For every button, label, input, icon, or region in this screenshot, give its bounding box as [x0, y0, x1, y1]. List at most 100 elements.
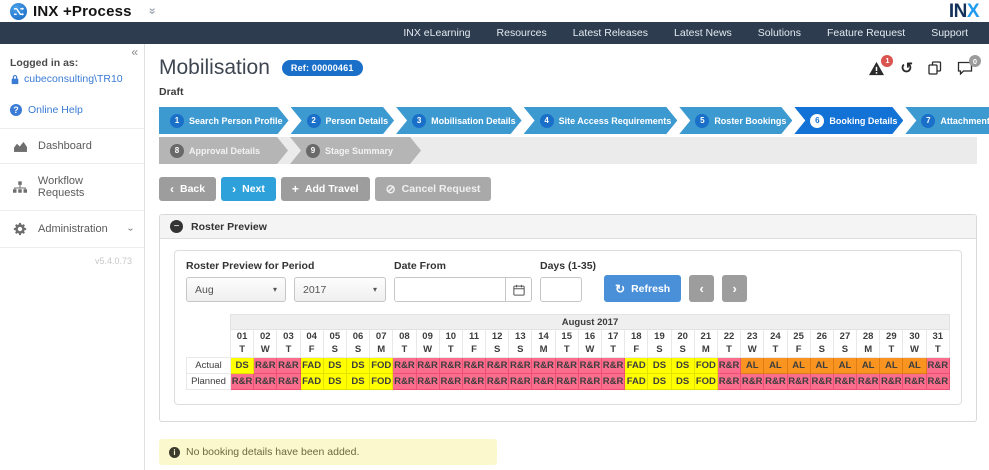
step-number-badge: 7: [921, 114, 935, 128]
sidebar-collapse-icon[interactable]: «: [131, 45, 138, 59]
next-period-button[interactable]: ›: [722, 275, 748, 302]
calendar-corner: [187, 330, 231, 358]
roster-cell: DS: [322, 357, 347, 374]
step-label: Attachments: [940, 115, 989, 126]
step-number-badge: 6: [810, 114, 824, 128]
calendar-day-header: 04 F: [299, 329, 324, 358]
sidebar-item-administration[interactable]: Administration ›: [0, 210, 144, 247]
sidebar-item-label: Administration: [38, 223, 108, 235]
roster-cell: R&R: [716, 373, 742, 390]
roster-cell: R&R: [229, 373, 255, 390]
roster-cell: R&R: [461, 373, 487, 390]
wizard-step-4[interactable]: 4 Site Access Requirements: [524, 107, 678, 134]
next-button[interactable]: › Next: [221, 177, 276, 201]
copy-icon[interactable]: [928, 61, 942, 75]
online-help-label: Online Help: [28, 104, 83, 116]
day-of-week: W: [747, 343, 757, 355]
year-select[interactable]: 2017 ▾: [294, 277, 386, 302]
calendar-day-header: 25 F: [786, 329, 811, 358]
calendar-day-header: 11 F: [461, 329, 487, 358]
calendar-day-header: 31 T: [925, 329, 951, 358]
wizard-step-8[interactable]: 8 Approval Details: [159, 137, 288, 164]
wizard-step-7[interactable]: 7 Attachments: [905, 107, 989, 134]
roster-cell: R&R: [276, 373, 301, 390]
topnav-link-latest-news[interactable]: Latest News: [661, 27, 745, 39]
calendar-day-header: 14 M: [531, 329, 556, 358]
cancel-request-button[interactable]: ⊘ Cancel Request: [374, 177, 492, 201]
sidebar-item-dashboard[interactable]: Dashboard: [0, 128, 144, 163]
day-number: 26: [816, 331, 828, 343]
page-title: Mobilisation: [159, 56, 270, 79]
wizard-step-9[interactable]: 9 Stage Summary: [290, 137, 421, 164]
roster-cell: FOD: [369, 357, 394, 374]
day-number: 28: [862, 331, 874, 343]
roster-cell: FAD: [299, 357, 324, 374]
day-number: 06: [352, 331, 364, 343]
wizard-step-5[interactable]: 5 Roster Bookings: [679, 107, 792, 134]
inx-logo: INX: [948, 0, 980, 22]
day-of-week: S: [331, 343, 339, 355]
day-of-week: M: [701, 343, 710, 355]
day-number: 20: [677, 331, 688, 343]
calendar-icon[interactable]: [505, 278, 531, 301]
roster-cell: AL: [740, 357, 765, 374]
user-account-link[interactable]: cubeconsulting\TR10: [10, 73, 134, 85]
wizard-row-2: 8 Approval Details 9 Stage Summary: [159, 137, 977, 164]
roster-cell: R&R: [276, 357, 301, 374]
month-select[interactable]: Aug ▾: [186, 277, 286, 302]
topnav-link-resources[interactable]: Resources: [484, 27, 560, 39]
step-label: Approval Details: [189, 145, 261, 156]
roster-cell: FOD: [369, 373, 394, 390]
topnav-link-solutions[interactable]: Solutions: [745, 27, 814, 39]
date-from-input[interactable]: [395, 278, 505, 301]
chat-icon[interactable]: 0: [957, 55, 981, 75]
workflow-icon: [12, 180, 28, 194]
roster-cell: AL: [786, 357, 811, 374]
day-number: 30: [909, 331, 920, 343]
collapse-panel-icon[interactable]: −: [170, 220, 183, 233]
roster-cell: R&R: [461, 357, 487, 374]
refresh-button[interactable]: ↺ Refresh: [604, 275, 682, 302]
day-number: 29: [886, 331, 897, 343]
calendar-day-header: 24 T: [763, 329, 788, 358]
wizard-step-6[interactable]: 6 Booking Details: [794, 107, 903, 134]
roster-cell: R&R: [392, 373, 417, 390]
no-bookings-alert: i No booking details have been added.: [159, 439, 497, 465]
topnav-link-support[interactable]: Support: [918, 27, 981, 39]
day-number: 19: [654, 331, 665, 343]
step-number-badge: 4: [540, 114, 554, 128]
day-of-week: M: [377, 343, 386, 355]
roster-cell: R&R: [554, 373, 579, 390]
wizard-step-2[interactable]: 2 Person Details: [291, 107, 395, 134]
wizard-step-3[interactable]: 3 Mobilisation Details: [396, 107, 522, 134]
online-help-link[interactable]: ? Online Help: [0, 94, 144, 128]
roster-cell: R&R: [577, 373, 603, 390]
previous-period-button[interactable]: ‹: [689, 275, 715, 302]
topnav-link-inx-elearning[interactable]: INX eLearning: [390, 27, 483, 39]
chevron-down-icon: ›: [124, 227, 136, 231]
wizard-steps: 1 Search Person Profile 2 Person Details 3 Mo…: [159, 107, 977, 164]
roster-row-planned: Planned R&R R&R R&R FAD DS DS FOD R&R R&R R&R R&R R&…: [186, 373, 951, 390]
topnav-link-feature-request[interactable]: Feature Request: [814, 27, 918, 39]
dashboard-icon: [12, 140, 28, 152]
plus-icon: +: [291, 182, 299, 196]
topnav-link-latest-releases[interactable]: Latest Releases: [560, 27, 661, 39]
roster-cell: R&R: [600, 357, 626, 374]
roster-cell: R&R: [531, 357, 556, 374]
add-travel-button[interactable]: + Add Travel: [280, 177, 370, 201]
roster-cell: R&R: [485, 357, 510, 374]
back-button[interactable]: ‹ Back: [159, 177, 217, 201]
date-from-label: Date From: [394, 260, 446, 272]
days-input[interactable]: [540, 277, 582, 302]
history-icon[interactable]: ↺: [900, 61, 913, 76]
menu-double-chevron-icon[interactable]: «: [144, 8, 158, 15]
day-of-week: F: [471, 343, 477, 355]
day-number: 03: [283, 331, 294, 343]
app-title: INX +Process: [33, 2, 132, 20]
roster-panel-header[interactable]: − Roster Preview: [160, 215, 976, 239]
calendar-day-header: 07 M: [369, 329, 394, 358]
wizard-step-1[interactable]: 1 Search Person Profile: [159, 107, 289, 134]
roster-row-label: Actual: [186, 357, 231, 374]
sidebar-item-workflow-requests[interactable]: Workflow Requests: [0, 163, 144, 210]
warning-icon[interactable]: 1: [868, 54, 894, 76]
